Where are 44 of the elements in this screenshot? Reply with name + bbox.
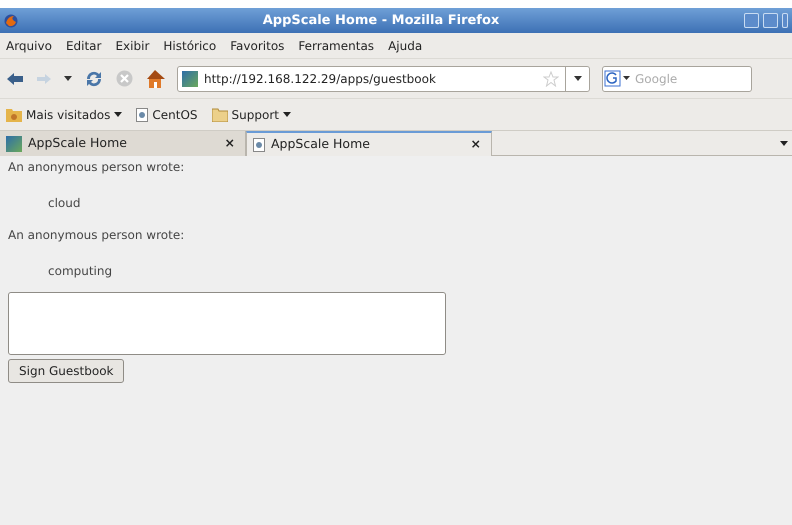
bookmark-item[interactable]: CentOS bbox=[136, 106, 198, 124]
dropdown-icon bbox=[114, 112, 122, 117]
message-text: computing bbox=[47, 263, 114, 280]
bookmark-item[interactable]: Mais visitados bbox=[6, 106, 122, 124]
tab-close-button[interactable]: × bbox=[470, 135, 481, 154]
folder-icon bbox=[212, 108, 228, 122]
folder-icon bbox=[6, 108, 22, 122]
reload-icon[interactable] bbox=[84, 70, 104, 88]
firefox-icon bbox=[4, 14, 18, 28]
tab-close-button[interactable]: × bbox=[224, 134, 235, 153]
maximize-button[interactable] bbox=[763, 13, 778, 28]
sign-guestbook-button[interactable]: Sign Guestbook bbox=[8, 359, 124, 383]
message-text: cloud bbox=[47, 195, 82, 212]
menu-item[interactable]: Favoritos bbox=[230, 36, 284, 54]
close-button[interactable] bbox=[782, 13, 788, 28]
menu-item[interactable]: Histórico bbox=[163, 36, 216, 54]
menu-item[interactable]: Arquivo bbox=[6, 36, 52, 54]
author-line: An anonymous person wrote: bbox=[8, 159, 186, 176]
search-engine-icon[interactable] bbox=[603, 70, 631, 88]
home-icon[interactable] bbox=[145, 70, 165, 88]
search-placeholder: Google bbox=[635, 70, 678, 88]
dropdown-icon[interactable] bbox=[64, 76, 72, 81]
address-field[interactable]: http://192.168.122.29/apps/guestbook bbox=[177, 66, 590, 92]
url-text: http://192.168.122.29/apps/guestbook bbox=[204, 70, 437, 88]
author-line: An anonymous person wrote: bbox=[8, 227, 186, 244]
dropdown-icon bbox=[574, 76, 582, 81]
browser-tab[interactable]: AppScale Home × bbox=[0, 131, 246, 156]
menu-item[interactable]: Ferramentas bbox=[298, 36, 374, 54]
message-input[interactable] bbox=[8, 292, 446, 355]
back-arrow-icon[interactable] bbox=[6, 72, 24, 86]
browser-tab[interactable]: AppScale Home × bbox=[246, 131, 492, 156]
menu-item[interactable]: Ajuda bbox=[388, 36, 422, 54]
site-icon bbox=[6, 136, 22, 152]
menu-item[interactable]: Editar bbox=[66, 36, 102, 54]
bookmark-item[interactable]: Support bbox=[212, 106, 291, 124]
dropdown-icon bbox=[282, 112, 291, 117]
page-icon bbox=[253, 138, 265, 152]
menu-item[interactable]: Exibir bbox=[115, 36, 150, 54]
star-icon[interactable] bbox=[543, 70, 559, 86]
site-icon bbox=[182, 70, 198, 86]
minimize-button[interactable] bbox=[744, 13, 759, 28]
window-title: AppScale Home - Mozilla Firefox bbox=[262, 12, 500, 30]
tab-list-icon[interactable] bbox=[780, 140, 788, 146]
page-icon bbox=[136, 108, 148, 122]
